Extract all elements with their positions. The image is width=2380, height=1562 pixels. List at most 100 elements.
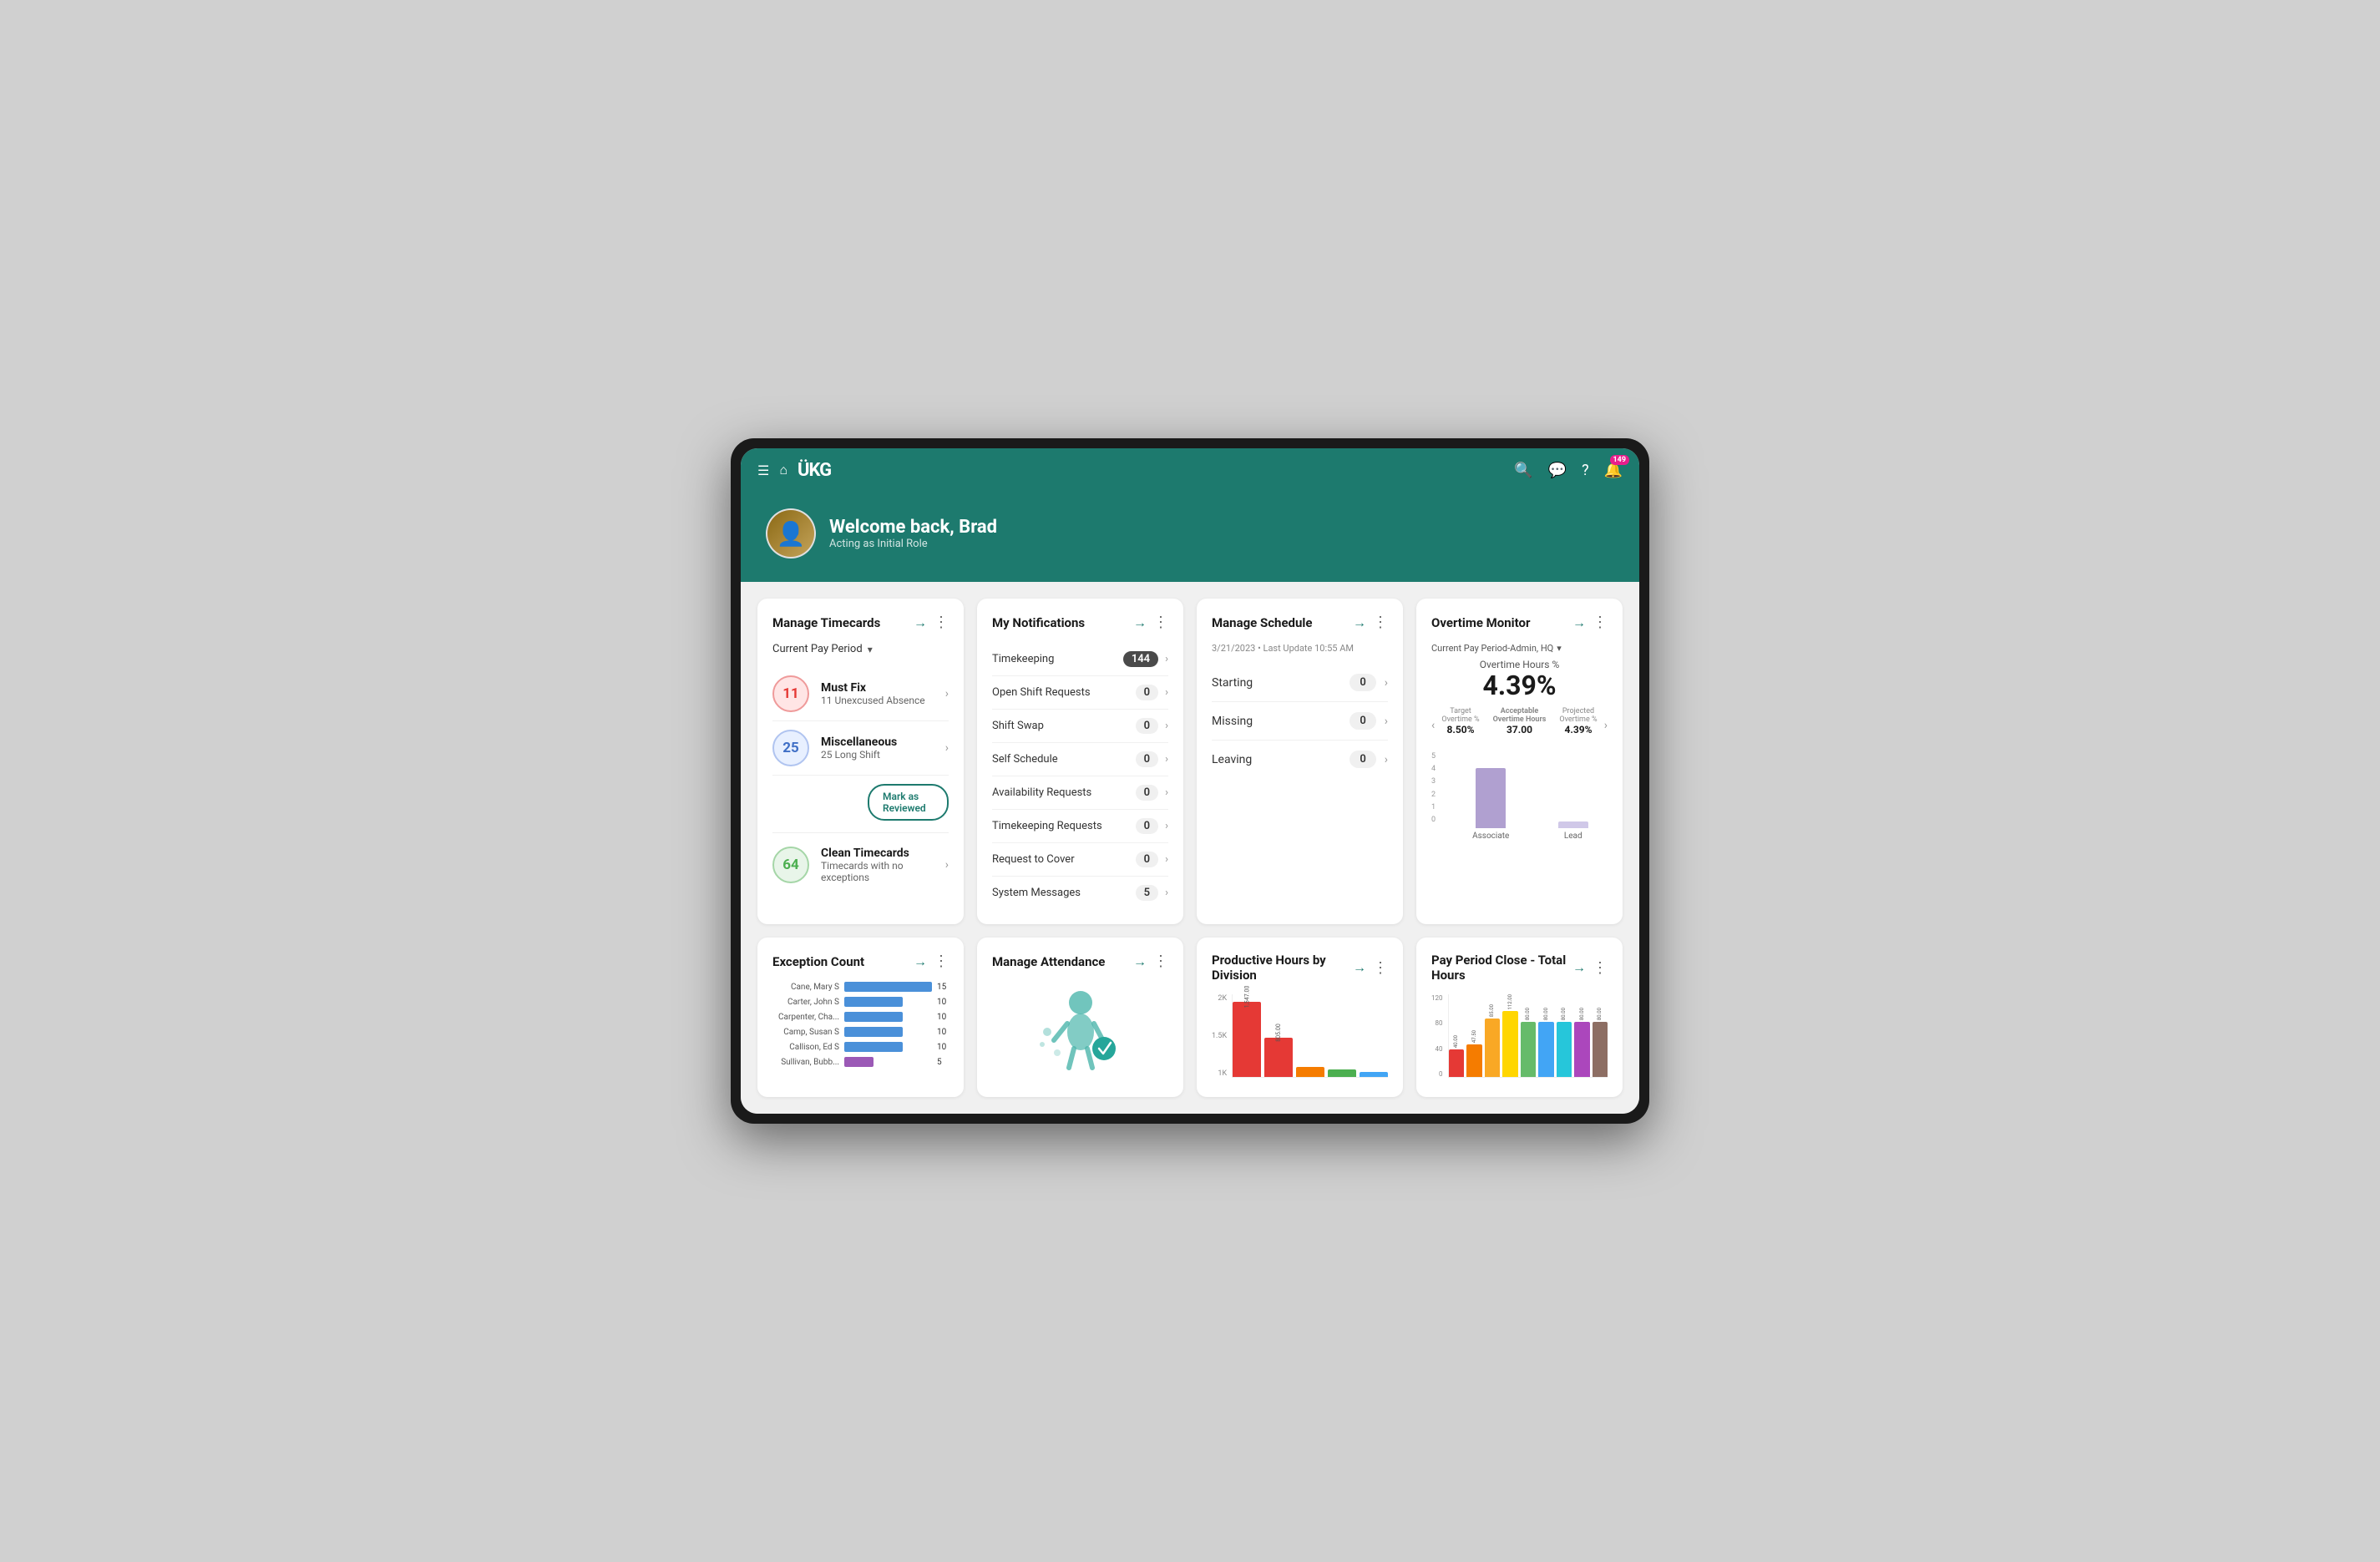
- overtime-y-axis: 543210: [1431, 752, 1436, 824]
- notif-label-6: Request to Cover: [992, 853, 1075, 866]
- exc-name-1: Carter, John S: [772, 998, 839, 1007]
- timecards-more-icon[interactable]: ⋮: [934, 614, 949, 631]
- schedule-more-icon[interactable]: ⋮: [1373, 614, 1388, 631]
- schedule-item-2[interactable]: Leaving 0 ›: [1212, 741, 1388, 778]
- clean-timecards-item[interactable]: 64 Clean Timecards Timecards with no exc…: [772, 838, 949, 892]
- ppc-val-5: 80.00: [1543, 1008, 1549, 1020]
- exception-count-card: Exception Count → ⋮ Cane, Mary S 15 Cart…: [757, 938, 964, 1097]
- notif-count-2: 0: [1136, 718, 1158, 734]
- exc-name-3: Camp, Susan S: [772, 1028, 839, 1037]
- productive-y-axis: 2K1.5K1K: [1212, 994, 1228, 1078]
- chat-icon[interactable]: 💬: [1548, 462, 1567, 479]
- ppc-val-7: 80.00: [1579, 1008, 1585, 1020]
- ppc-bar-7: [1574, 1022, 1590, 1077]
- notifications-navigate-icon[interactable]: →: [1133, 614, 1147, 631]
- ppc-navigate-icon[interactable]: →: [1572, 959, 1586, 976]
- exc-bar-5: [844, 1057, 874, 1067]
- notification-item-6[interactable]: Request to Cover 0 ›: [992, 843, 1168, 877]
- notif-label-4: Availability Requests: [992, 786, 1091, 799]
- exc-bar-wrap-0: [844, 982, 932, 992]
- notification-item-4[interactable]: Availability Requests 0 ›: [992, 776, 1168, 810]
- manage-attendance-card: Manage Attendance → ⋮: [977, 938, 1183, 1097]
- notifications-more-icon[interactable]: ⋮: [1153, 614, 1168, 631]
- prod-bar-vis-3: [1296, 1067, 1324, 1077]
- device-frame: ☰ ⌂ ÜKG 🔍 💬 ? 🔔 149 👤 Welcome back, Brad: [731, 438, 1649, 1124]
- schedule-right-2: 0 ›: [1350, 751, 1388, 768]
- period-selector[interactable]: Current Pay Period ▾: [772, 643, 949, 655]
- exception-navigate-icon[interactable]: →: [914, 953, 927, 970]
- clean-badge: 64: [772, 847, 809, 883]
- schedule-actions: → ⋮: [1353, 614, 1388, 631]
- exception-more-icon[interactable]: ⋮: [934, 953, 949, 970]
- must-fix-item[interactable]: 11 Must Fix 11 Unexcused Absence ›: [772, 667, 949, 721]
- notif-chevron-4: ›: [1165, 786, 1168, 799]
- notif-count-7: 5: [1136, 885, 1158, 901]
- search-icon[interactable]: 🔍: [1514, 462, 1532, 479]
- schedule-right-0: 0 ›: [1350, 674, 1388, 691]
- overtime-next-button[interactable]: ›: [1604, 719, 1608, 732]
- exc-name-2: Carpenter, Cha...: [772, 1013, 839, 1022]
- exc-count-2: 10: [937, 1013, 949, 1022]
- main-content: Manage Timecards → ⋮ Current Pay Period …: [741, 582, 1639, 1114]
- schedule-badge-0: 0: [1350, 674, 1375, 691]
- overtime-navigate-icon[interactable]: →: [1572, 614, 1586, 631]
- notif-count-5: 0: [1136, 818, 1158, 834]
- overtime-more-icon[interactable]: ⋮: [1593, 614, 1608, 631]
- productive-navigate-icon[interactable]: →: [1353, 959, 1366, 976]
- attendance-header: Manage Attendance → ⋮: [992, 953, 1168, 970]
- overtime-subtitle: Current Pay Period-Admin, HQ ▾: [1431, 643, 1608, 654]
- notification-item-0[interactable]: Timekeeping 144 ›: [992, 643, 1168, 676]
- productive-hours-card: Productive Hours by Division → ⋮ 2K1.5K1…: [1197, 938, 1403, 1097]
- notif-count-0: 144: [1123, 651, 1158, 667]
- ppc-more-icon[interactable]: ⋮: [1593, 959, 1608, 977]
- exc-count-3: 10: [937, 1028, 949, 1037]
- notifications-header: My Notifications → ⋮: [992, 614, 1168, 631]
- productive-more-icon[interactable]: ⋮: [1373, 959, 1388, 977]
- schedule-item-1[interactable]: Missing 0 ›: [1212, 702, 1388, 741]
- productive-header: Productive Hours by Division → ⋮: [1212, 953, 1388, 983]
- notification-item-7[interactable]: System Messages 5 ›: [992, 877, 1168, 909]
- clean-sub: Timecards with no exceptions: [821, 860, 934, 883]
- exception-chart: Cane, Mary S 15 Carter, John S 10 Carpen…: [772, 982, 949, 1067]
- exc-bar-2: [844, 1012, 903, 1022]
- schedule-label-1: Missing: [1212, 715, 1253, 728]
- overtime-prev-button[interactable]: ‹: [1431, 719, 1435, 732]
- prod-bar-5: [1360, 1072, 1388, 1077]
- overtime-stat-projected: ProjectedOvertime % 4.39%: [1559, 707, 1597, 736]
- ppc-bar-5: [1538, 1022, 1554, 1077]
- schedule-label-2: Leaving: [1212, 753, 1252, 766]
- notification-icon[interactable]: 🔔 149: [1604, 462, 1623, 479]
- productive-chart-area: 2K1.5K1K 1,547.00 805.00: [1212, 994, 1388, 1078]
- associate-bar: [1476, 768, 1506, 828]
- schedule-item-0[interactable]: Starting 0 ›: [1212, 664, 1388, 702]
- miscellaneous-item[interactable]: 25 Miscellaneous 25 Long Shift ›: [772, 721, 949, 776]
- notification-item-2[interactable]: Shift Swap 0 ›: [992, 710, 1168, 743]
- schedule-navigate-icon[interactable]: →: [1353, 614, 1366, 631]
- prod-val-1: 1,547.00: [1243, 986, 1250, 1008]
- hamburger-icon[interactable]: ☰: [757, 463, 769, 478]
- ppc-val-2: 85.00: [1489, 1004, 1495, 1017]
- acceptable-value: 37.00: [1493, 724, 1547, 736]
- notif-count-3: 0: [1136, 751, 1158, 767]
- attendance-more-icon[interactable]: ⋮: [1153, 953, 1168, 970]
- ppc-bar-8: [1593, 1022, 1608, 1077]
- notification-item-3[interactable]: Self Schedule 0 ›: [992, 743, 1168, 776]
- mark-reviewed-button[interactable]: Mark as Reviewed: [868, 784, 949, 821]
- exc-bar-wrap-2: [844, 1012, 932, 1022]
- clean-chevron: ›: [945, 858, 949, 872]
- ppc-val-0: 40.00: [1453, 1035, 1459, 1048]
- schedule-badge-2: 0: [1350, 751, 1375, 768]
- ppc-bar-6: [1557, 1022, 1572, 1077]
- top-navigation: ☰ ⌂ ÜKG 🔍 💬 ? 🔔 149: [741, 448, 1639, 492]
- home-icon[interactable]: ⌂: [779, 462, 787, 478]
- exception-title: Exception Count: [772, 954, 864, 969]
- ppc-val-4: 80.00: [1525, 1008, 1531, 1020]
- productive-actions: → ⋮: [1353, 959, 1388, 977]
- projected-value: 4.39%: [1559, 724, 1597, 736]
- notification-item-1[interactable]: Open Shift Requests 0 ›: [992, 676, 1168, 710]
- notification-item-5[interactable]: Timekeeping Requests 0 ›: [992, 810, 1168, 843]
- attendance-navigate-icon[interactable]: →: [1133, 953, 1147, 970]
- notif-label-5: Timekeeping Requests: [992, 820, 1102, 832]
- timecards-navigate-icon[interactable]: →: [914, 614, 927, 631]
- help-icon[interactable]: ?: [1582, 462, 1589, 479]
